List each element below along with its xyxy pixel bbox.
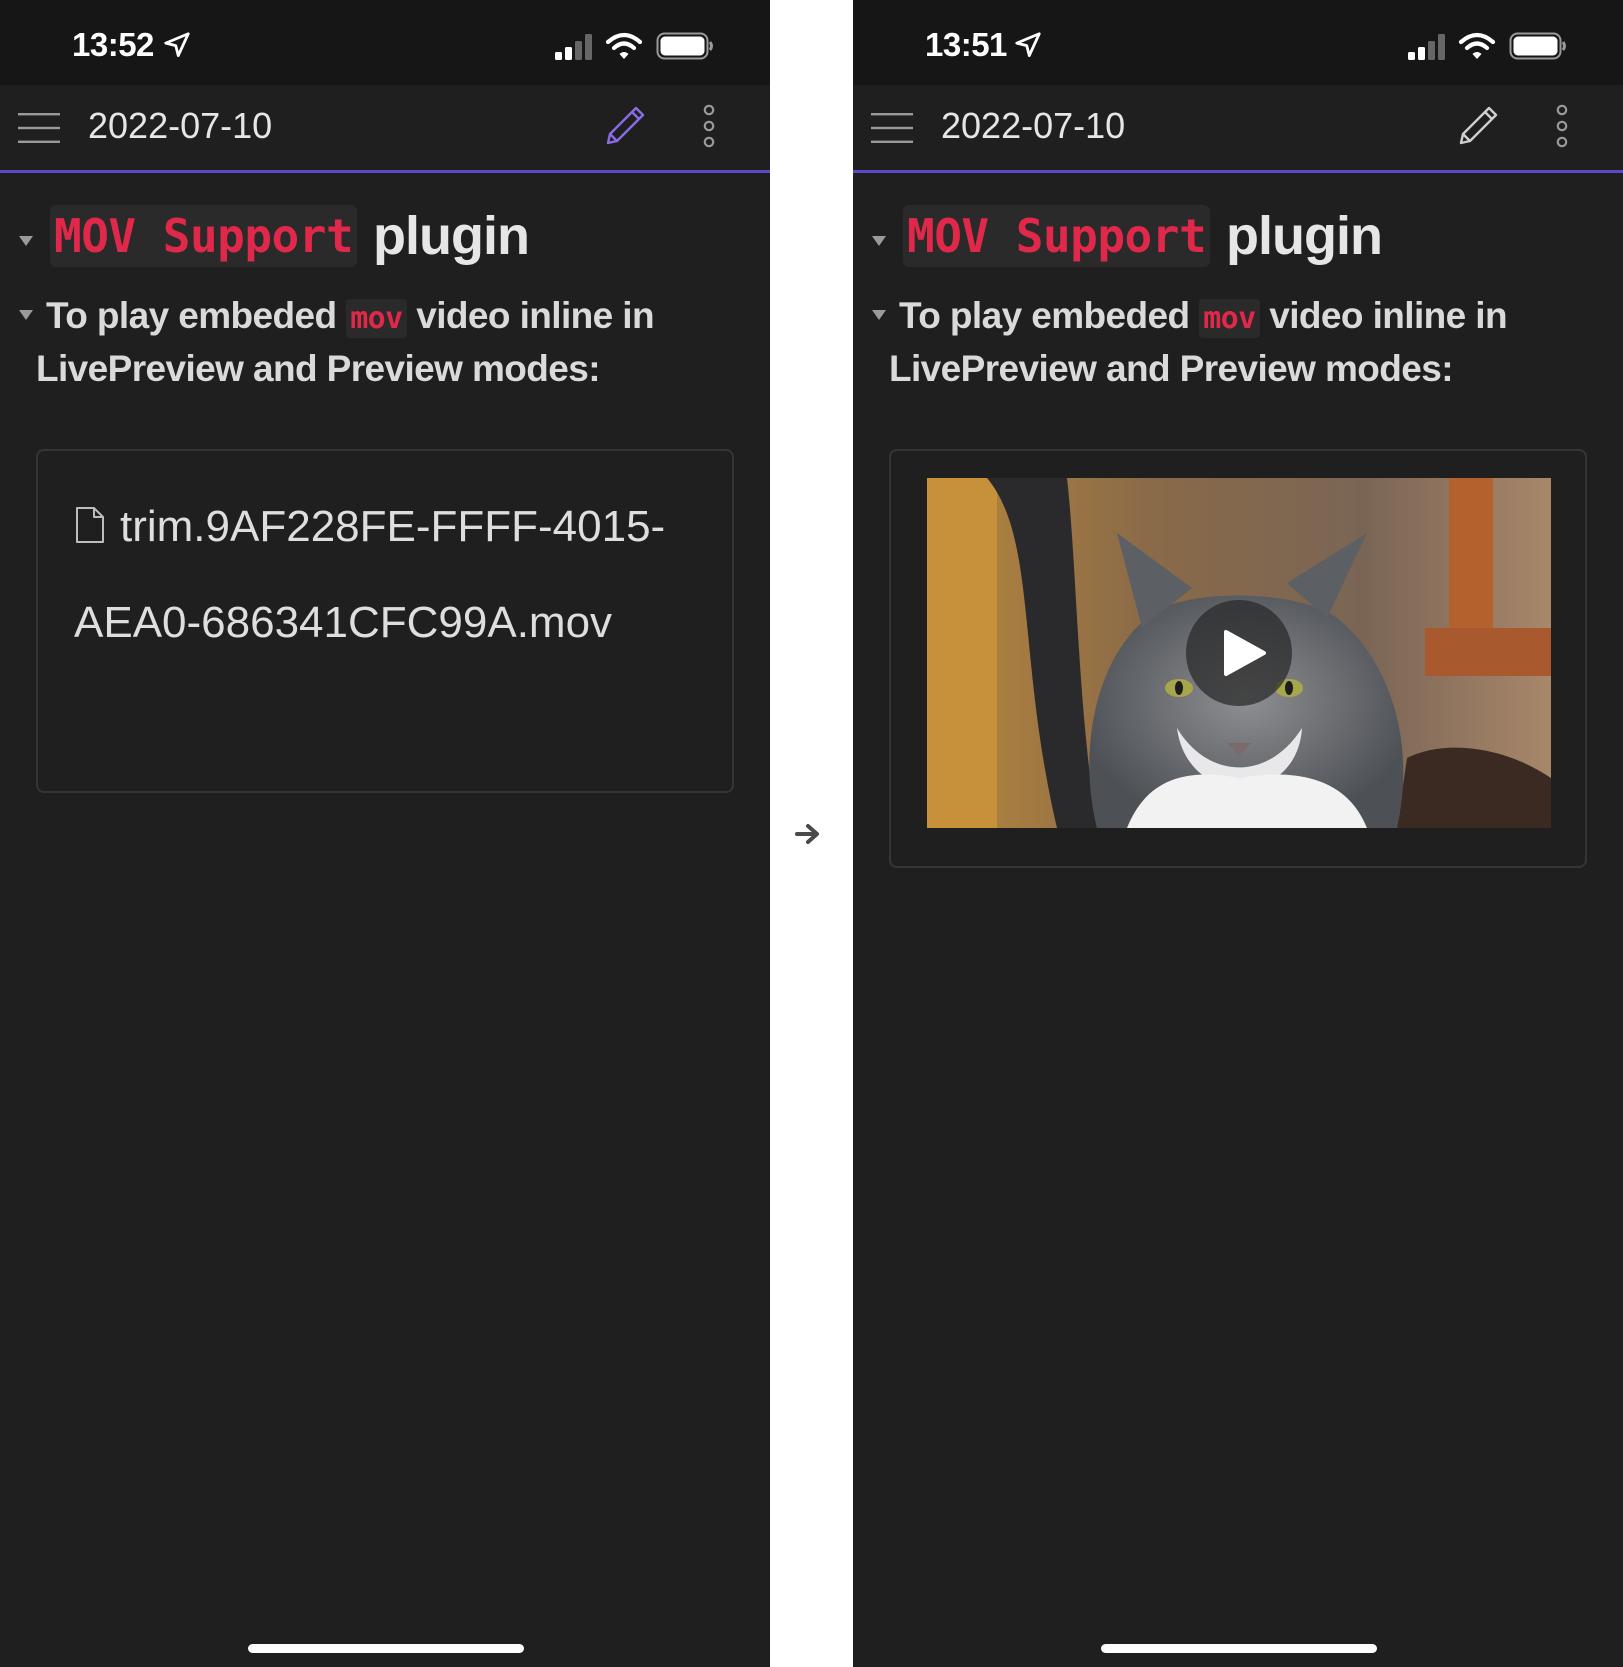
- embed-filename: trim.9AF228FE-FFFF-4015-AEA0-686341CFC99…: [74, 502, 666, 647]
- signal-icon: [1408, 34, 1445, 60]
- note-title[interactable]: 2022-07-10: [941, 105, 1125, 147]
- wifi-icon: [1458, 32, 1496, 59]
- battery-icon: [656, 32, 713, 60]
- wifi-icon: [605, 32, 643, 59]
- more-vertical-icon[interactable]: [1553, 103, 1571, 149]
- status-time: 13:52: [72, 26, 154, 63]
- status-bar: 13:51: [853, 0, 1623, 85]
- fold-triangle-icon[interactable]: [18, 309, 34, 321]
- paragraph: To play embeded mov video inline in Live…: [19, 291, 736, 394]
- pencil-icon[interactable]: [600, 103, 648, 149]
- home-indicator[interactable]: [1101, 1644, 1377, 1653]
- paragraph-code: mov: [1199, 299, 1260, 338]
- battery-icon: [1509, 32, 1566, 60]
- video-player[interactable]: [927, 478, 1551, 828]
- embed-video-box: [889, 449, 1587, 868]
- pencil-icon[interactable]: [1453, 103, 1501, 149]
- embed-file-box[interactable]: trim.9AF228FE-FFFF-4015-AEA0-686341CFC99…: [36, 449, 734, 793]
- paragraph-code: mov: [346, 299, 407, 338]
- heading-code: MOV Support: [903, 205, 1211, 267]
- app-header: 2022-07-10: [0, 85, 770, 173]
- signal-icon: [555, 34, 592, 60]
- paragraph: To play embeded mov video inline in Live…: [872, 291, 1589, 394]
- location-arrow-icon: [164, 32, 190, 57]
- status-time: 13:51: [925, 26, 1007, 63]
- fold-triangle-icon[interactable]: [871, 235, 887, 247]
- paragraph-text-before: To play embeded: [46, 295, 337, 336]
- menu-icon[interactable]: [871, 112, 913, 144]
- paragraph-text-before: To play embeded: [899, 295, 1190, 336]
- fold-triangle-icon[interactable]: [871, 309, 887, 321]
- menu-icon[interactable]: [18, 112, 60, 144]
- phone-screen-before: 13:52 2022-07-10 MOV Support plugin To p…: [0, 0, 770, 1667]
- arrow-right-icon: [795, 824, 819, 844]
- heading-text: plugin: [1226, 206, 1383, 266]
- heading-text: plugin: [373, 206, 530, 266]
- phone-screen-after: 13:51 2022-07-10 MOV Support plugin To p…: [853, 0, 1623, 1667]
- fold-triangle-icon[interactable]: [18, 235, 34, 247]
- heading-row: MOV Support plugin: [0, 201, 770, 271]
- home-indicator[interactable]: [248, 1644, 524, 1653]
- embed-file-link[interactable]: trim.9AF228FE-FFFF-4015-AEA0-686341CFC99…: [74, 479, 714, 671]
- location-arrow-icon: [1015, 32, 1041, 57]
- file-icon: [76, 507, 104, 544]
- note-title[interactable]: 2022-07-10: [88, 105, 272, 147]
- app-header: 2022-07-10: [853, 85, 1623, 173]
- status-bar: 13:52: [0, 0, 770, 85]
- play-icon[interactable]: [1186, 600, 1292, 706]
- heading-row: MOV Support plugin: [853, 201, 1623, 271]
- more-vertical-icon[interactable]: [700, 103, 718, 149]
- heading-code: MOV Support: [50, 205, 358, 267]
